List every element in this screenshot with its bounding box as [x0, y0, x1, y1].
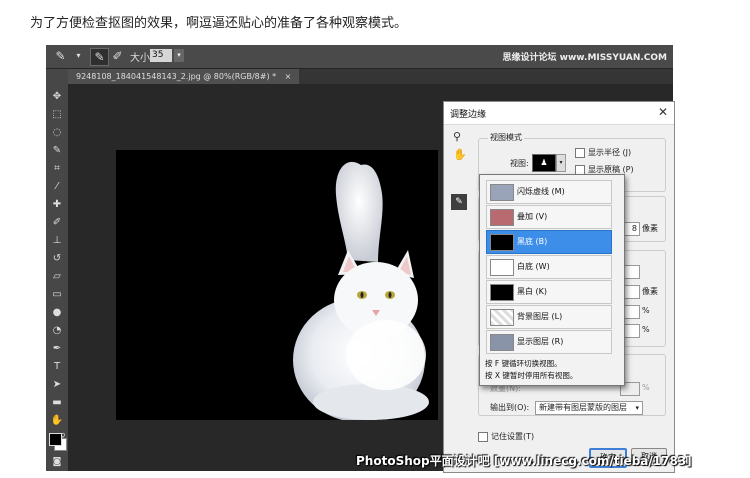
view-option-label: 显示图层 (R)	[517, 337, 564, 346]
shape-tool-icon[interactable]: ▬	[48, 395, 66, 410]
chevron-down-icon[interactable]: ▾	[70, 48, 87, 64]
contrast-unit: %	[642, 306, 650, 315]
on-white-thumbnail	[490, 259, 514, 276]
document-tab[interactable]: 9248108_184041548143_2.jpg @ 80%(RGB/8#)…	[68, 69, 300, 84]
brush-tool-icon[interactable]: ✐	[48, 215, 66, 230]
history-brush-tool-icon[interactable]: ↺	[48, 251, 66, 266]
marquee-tool-icon[interactable]: ⬚	[48, 107, 66, 122]
quick-selection-tool-icon[interactable]: ✎	[52, 48, 69, 64]
show-radius-label: 显示半径 (J)	[588, 148, 632, 157]
pen-tool-icon[interactable]: ✒	[48, 341, 66, 356]
path-selection-tool-icon[interactable]: ➤	[48, 377, 66, 392]
crop-tool-icon[interactable]: ⌗	[48, 161, 66, 176]
size-dropdown-icon[interactable]: ▾	[174, 49, 184, 62]
view-option-black-white[interactable]: 黑白 (K)	[486, 280, 612, 304]
on-layers-thumbnail	[490, 309, 514, 326]
overlay-thumbnail	[490, 209, 514, 226]
document-tab-bar: 9248108_184041548143_2.jpg @ 80%(RGB/8#)…	[68, 69, 673, 84]
view-option-label: 黑底 (B)	[517, 237, 548, 246]
chevron-down-icon: ▾	[635, 404, 639, 412]
reveal-layer-thumbnail	[490, 334, 514, 351]
view-thumbnail[interactable]: ♟	[532, 154, 556, 172]
view-mode-label: 视图模式	[488, 132, 524, 143]
output-to-value: 新建带有图层蒙版的图层	[539, 403, 627, 412]
view-option-on-black[interactable]: 黑底 (B)	[486, 230, 612, 254]
white-cat-image	[293, 161, 429, 420]
hand-icon[interactable]: ✋	[453, 148, 467, 161]
view-option-marching-ants[interactable]: 闪烁虚线 (M)	[486, 180, 612, 204]
document-canvas[interactable]	[116, 150, 438, 420]
view-label: 视图:	[510, 159, 529, 168]
view-option-reveal-layer[interactable]: 显示图层 (R)	[486, 330, 612, 354]
remember-settings-label: 记住设置(T)	[491, 432, 535, 441]
clone-stamp-tool-icon[interactable]: ⊥	[48, 233, 66, 248]
on-black-thumbnail	[490, 234, 514, 251]
options-bar: ✎ ▾ ✎ ✐ 大小: 35 ▾ 思缘设计论坛 www.MISSYUAN.COM	[46, 45, 673, 69]
toolbox: ✥ ⬚ ◌ ✎ ⌗ ⁄ ✚ ✐ ⊥ ↺ ▱ ▭ ● ◔ ✒ T ➤ ▬ ✋ ⚲ …	[46, 69, 69, 471]
dialog-title: 调整边缘	[450, 110, 487, 120]
view-option-label: 背景图层 (L)	[517, 312, 563, 321]
view-option-label: 闪烁虚线 (M)	[517, 187, 565, 196]
healing-brush-tool-icon[interactable]: ✚	[48, 197, 66, 212]
marching-ants-thumbnail	[490, 184, 514, 201]
amount-unit: %	[642, 383, 650, 392]
view-option-label: 叠加 (V)	[517, 212, 548, 221]
eyedropper-tool-icon[interactable]: ⁄	[48, 179, 66, 194]
view-option-on-layers[interactable]: 背景图层 (L)	[486, 305, 612, 329]
watermark-bottom: PhotoShop平面设计吧 [www.linecg.com/tieba/178…	[356, 454, 692, 468]
hand-tool-icon[interactable]: ✋	[48, 413, 66, 428]
erase-refinements-tool-icon[interactable]: ✐	[109, 48, 126, 64]
blur-tool-icon[interactable]: ●	[48, 305, 66, 320]
watermark-top: 思缘设计论坛 www.MISSYUAN.COM	[502, 53, 667, 63]
lasso-tool-icon[interactable]: ◌	[48, 125, 66, 140]
popup-hint-disable: 按 X 键暂时停用所有视图。	[485, 371, 578, 380]
intro-text: 为了方便检查抠图的效果，啊逗逼还贴心的准备了各种观察模式。	[30, 16, 408, 31]
close-icon[interactable]: ✕	[658, 105, 668, 119]
shift-edge-unit: %	[642, 325, 650, 334]
radius-unit: 像素	[642, 224, 658, 233]
type-tool-icon[interactable]: T	[48, 359, 66, 374]
popup-hint-cycle: 按 F 键循环切换视图。	[485, 359, 562, 368]
view-dropdown-icon[interactable]: ▾	[556, 154, 566, 172]
eraser-tool-icon[interactable]: ▱	[48, 269, 66, 284]
quick-mask-icon[interactable]: ◙	[48, 455, 66, 470]
tab-close-icon[interactable]: ×	[285, 72, 292, 81]
feather-unit: 像素	[642, 287, 658, 296]
view-option-label: 黑白 (K)	[517, 287, 548, 296]
zoom-icon[interactable]: ⚲	[453, 130, 461, 143]
size-input[interactable]: 35	[150, 49, 172, 62]
refine-radius-brush-icon[interactable]: ✎	[451, 194, 467, 210]
refine-radius-tool-icon[interactable]: ✎	[90, 48, 109, 66]
output-to-select[interactable]: 新建带有图层蒙版的图层 ▾	[535, 401, 643, 415]
show-radius-checkbox[interactable]	[575, 148, 585, 158]
move-tool-icon[interactable]: ✥	[48, 89, 66, 104]
view-mode-popup: 闪烁虚线 (M) 叠加 (V) 黑底 (B) 白底 (W) 黑白 (K) 背景图…	[479, 174, 625, 386]
gradient-tool-icon[interactable]: ▭	[48, 287, 66, 302]
remember-settings-checkbox[interactable]	[478, 432, 488, 442]
view-option-on-white[interactable]: 白底 (W)	[486, 255, 612, 279]
view-option-overlay[interactable]: 叠加 (V)	[486, 205, 612, 229]
document-tab-title: 9248108_184041548143_2.jpg @ 80%(RGB/8#)…	[76, 72, 277, 81]
foreground-color-swatch[interactable]	[49, 433, 62, 446]
black-white-thumbnail	[490, 284, 514, 301]
dialog-title-bar: 调整边缘 ✕	[444, 102, 674, 125]
output-to-label: 输出到(O):	[490, 403, 530, 412]
quick-select-tool-icon[interactable]: ✎	[48, 143, 66, 158]
dodge-tool-icon[interactable]: ◔	[48, 323, 66, 338]
view-option-label: 白底 (W)	[517, 262, 550, 271]
